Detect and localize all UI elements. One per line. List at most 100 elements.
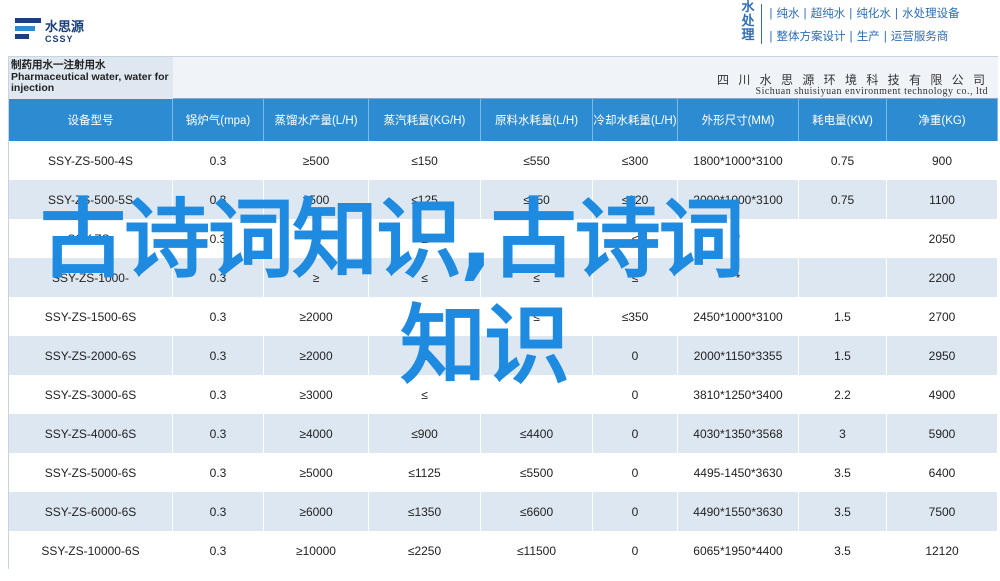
table-cell: 1.5 (799, 297, 887, 336)
table-cell: 1.5 (799, 336, 887, 375)
table-cell (481, 336, 593, 375)
table-cell: ≤ (369, 297, 481, 336)
table-cell: 0.75 (799, 141, 887, 180)
table-cell: 2.2 (799, 375, 887, 414)
table-cell: 0.3 (173, 258, 264, 297)
table-cell: ≤ (593, 258, 678, 297)
table-row: SSY-ZS-1000- 0.3 ≥ ≤ ≤ ≤ * 2200 (9, 258, 998, 297)
table-cell: ≥6000 (264, 492, 369, 531)
table-cell: ≥5000 (264, 453, 369, 492)
table-cell: ≤ (481, 258, 593, 297)
table-row: SSY-ZS-6000-6S 0.3 ≥6000 ≤1350 ≤6600 0 4490*15… (9, 492, 998, 531)
company-logo: 水思源 CSSY (15, 14, 105, 54)
table-cell: 2000*1000*3100 (678, 180, 799, 219)
table-cell: ≤550 (481, 141, 593, 180)
table-cell: SSY-ZS-1000- (9, 258, 173, 297)
table-cell (799, 258, 887, 297)
table-row: SSY-ZS-5000-6S 0.3 ≥5000 ≤1125 ≤5500 0 4495-14… (9, 453, 998, 492)
logo-text-cn: 水思源 (45, 19, 85, 34)
brand-vertical-label: 水处理 (741, 0, 755, 42)
table-cell (799, 219, 887, 258)
table-cell: ≤ (369, 258, 481, 297)
table-cell: ≥4000 (264, 414, 369, 453)
table-cell: 2000*1150*3355 (678, 336, 799, 375)
table-cell: 4030*1350*3568 (678, 414, 799, 453)
table-cell: 0.75 (799, 180, 887, 219)
table-row: SSY-ZS-2000-6S 0.3 ≥2000 ≤0 2000*1150*3355 1.… (9, 336, 998, 375)
table-cell: 0.3 (173, 492, 264, 531)
table-row: SSY-ZS-4000-6S 0.3 ≥4000 ≤900 ≤4400 0 4030*135… (9, 414, 998, 453)
table-cell: 3.5 (799, 492, 887, 531)
table-cell: ≤ (369, 375, 481, 414)
table-cell: ≥2000 (264, 336, 369, 375)
table-cell: ≤ (481, 219, 593, 258)
column-header: 外形尺寸(MM) (678, 99, 799, 141)
table-cell: ≤1125 (369, 453, 481, 492)
table-cell: 2950 (887, 336, 998, 375)
brand-divider (761, 4, 762, 44)
table-cell: 0.3 (173, 297, 264, 336)
table-cell: SSY-ZS-5000-6S (9, 453, 173, 492)
table-cell: ≤900 (369, 414, 481, 453)
table-cell: * (678, 219, 799, 258)
table-cell: 4495-1450*3630 (678, 453, 799, 492)
table-cell: ≤ (593, 219, 678, 258)
table-cell: 2450*1000*3100 (678, 297, 799, 336)
table-cell: ≤300 (593, 141, 678, 180)
table-row: SSY-ZS- 0.3 ≥ ≤ ≤ ≤ * 2050 (9, 219, 998, 258)
table-cell: * (678, 258, 799, 297)
table-cell: SSY-ZS-3000-6S (9, 375, 173, 414)
table-cell: 3 (799, 414, 887, 453)
brand-tagline: 水处理 | 纯水 | 超纯水 | 纯化水 | 水处理设备 | 整体方案设计 | … (733, 0, 998, 48)
table-cell: ≤2250 (369, 531, 481, 570)
table-cell: ≤120 (593, 180, 678, 219)
table-cell: ≤1350 (369, 492, 481, 531)
table-cell: ≥2000 (264, 297, 369, 336)
table-cell: 0 (593, 531, 678, 570)
table-cell: SSY-ZS-500-5S (9, 180, 173, 219)
column-header: 净重(KG) (887, 99, 998, 141)
table-cell (481, 375, 593, 414)
column-header: 冷却水耗量(L/H) (593, 99, 678, 141)
brand-line-2: | 整体方案设计 | 生产 | 运营服务商 (769, 29, 949, 43)
table-cell: SSY-ZS-10000-6S (9, 531, 173, 570)
table-cell: ≥ (264, 219, 369, 258)
table-cell: ≤11500 (481, 531, 593, 570)
table-cell: 1800*1000*3100 (678, 141, 799, 180)
table-cell: SSY-ZS-4000-6S (9, 414, 173, 453)
company-banner: 四 川 水 思 源 环 境 科 技 有 限 公 司 Sichuan shuisi… (173, 57, 998, 99)
table-cell: ≤ (369, 219, 481, 258)
table-cell: ≥3000 (264, 375, 369, 414)
table-cell: 6065*1950*4400 (678, 531, 799, 570)
table-cell: ≤150 (369, 141, 481, 180)
table-cell: 2050 (887, 219, 998, 258)
brand-line-1: | 纯水 | 超纯水 | 纯化水 | 水处理设备 (769, 6, 960, 20)
logo-mark-icon (15, 18, 41, 39)
table-title: 制药用水一注射用水 Pharmaceutical water, water fo… (9, 57, 173, 99)
table-cell: ≤4400 (481, 414, 593, 453)
table-cell: SSY-ZS-1500-6S (9, 297, 173, 336)
table-cell: 3.5 (799, 453, 887, 492)
spec-table: 制药用水一注射用水 Pharmaceutical water, water fo… (8, 56, 998, 570)
table-cell: ≤ (369, 336, 481, 375)
table-cell: ≥500 (264, 141, 369, 180)
table-cell: ≤350 (593, 297, 678, 336)
column-header: 蒸馏水产量(L/H) (264, 99, 369, 141)
table-cell: SSY-ZS- (9, 219, 173, 258)
table-cell: 12120 (887, 531, 998, 570)
table-cell: ≤125 (369, 180, 481, 219)
column-header: 设备型号 (9, 99, 173, 141)
table-cell: 0 (593, 414, 678, 453)
table-cell: ≤6600 (481, 492, 593, 531)
table-cell: 6400 (887, 453, 998, 492)
table-cell: 0.3 (173, 531, 264, 570)
table-cell: 0.3 (173, 180, 264, 219)
table-cell: 5900 (887, 414, 998, 453)
table-cell: 0.3 (173, 336, 264, 375)
column-header: 蒸汽耗量(KG/H) (369, 99, 481, 141)
table-cell: 0.3 (173, 219, 264, 258)
table-row: SSY-ZS-1500-6S 0.3 ≥2000 ≤ ≤ ≤350 2450*1000*31… (9, 297, 998, 336)
table-cell: 1100 (887, 180, 998, 219)
table-cell: 7500 (887, 492, 998, 531)
column-header: 锅炉气(mpa) (173, 99, 264, 141)
